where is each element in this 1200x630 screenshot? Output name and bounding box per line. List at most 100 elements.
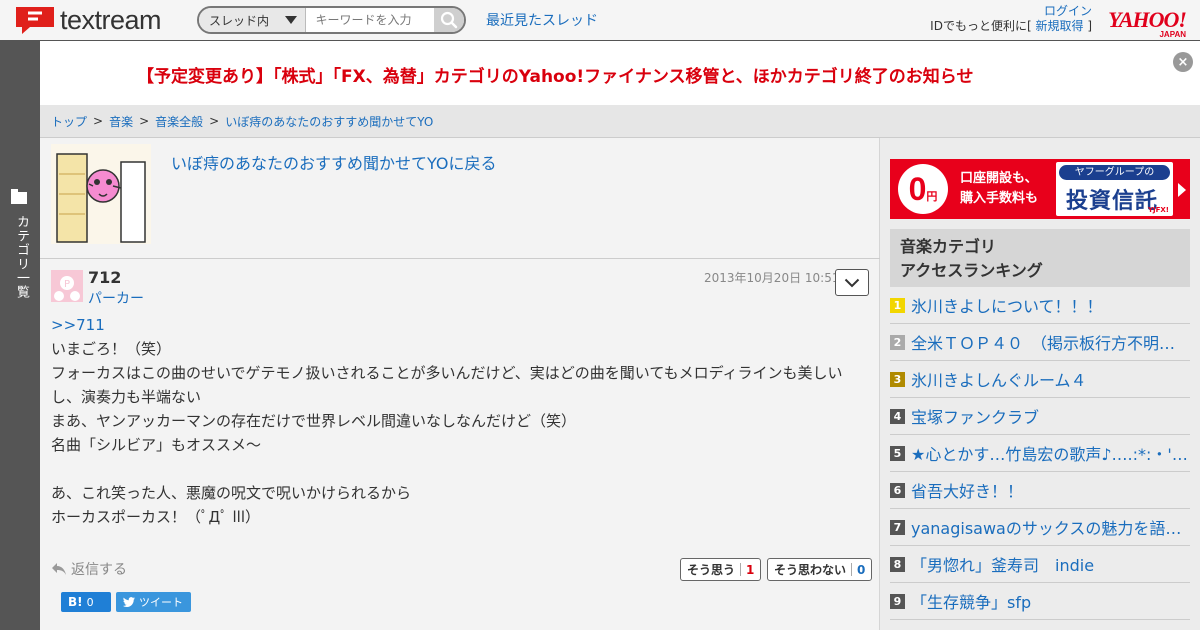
search-icon	[440, 11, 457, 29]
close-icon[interactable]: ×	[1173, 52, 1193, 72]
login-area: ログイン IDでもっと便利に[ 新規取得 ]	[930, 4, 1092, 34]
id-prompt-text: IDでもっと便利に[	[930, 19, 1032, 33]
chevron-down-icon	[844, 278, 860, 287]
ranking-title-link[interactable]: 氷川きよしについて！！！	[911, 293, 1103, 317]
notice-banner: 【予定変更あり】「株式」「FX、為替」カテゴリのYahoo!ファイナンス移管と、…	[40, 41, 1200, 105]
disagree-count: 0	[857, 562, 866, 577]
ranking-title-link[interactable]: 「男惚れ」釜寿司 indie	[911, 552, 1094, 576]
yahoo-logo-text: YAHOO!	[1108, 7, 1187, 32]
ranking-heading-line: アクセスランキング	[900, 261, 1043, 280]
recent-threads-link[interactable]: 最近見たスレッド	[486, 10, 598, 30]
login-link[interactable]: ログイン	[1044, 4, 1092, 18]
agree-button[interactable]: そう思う 1	[680, 558, 762, 581]
ranking-item[interactable]: 3 氷川きよしんぐルーム４	[890, 361, 1190, 398]
ad-zero: 0	[908, 170, 927, 207]
side-column: 0円 口座開設も、 購入手数料も ヤフーグループの 投資信託 YJFX! 音楽カ…	[880, 138, 1200, 630]
hatena-count: 0	[86, 595, 94, 609]
search-input[interactable]	[305, 8, 434, 32]
agree-count: 1	[746, 562, 755, 577]
disagree-button[interactable]: そう思わない 0	[767, 558, 873, 581]
main-column: いぼ痔のあなたのおすすめ聞かせてYOに戻る P 712 パーカー 2013年10…	[40, 138, 880, 630]
logo-text: textream	[60, 4, 162, 35]
avatar: P	[51, 270, 83, 302]
ad-product-box: ヤフーグループの 投資信託 YJFX!	[1056, 162, 1173, 216]
rank-badge: 2	[890, 334, 905, 350]
post-body: >>711 いまごろ！（笑） フォーカスはこの曲のせいでゲテモノ扱いされることが…	[51, 313, 871, 529]
ranking-item[interactable]: 1 氷川きよしについて！！！	[890, 287, 1190, 324]
divider	[740, 563, 742, 576]
post-line: フォーカスはこの曲のせいでゲテモノ扱いされることが多いんだけど、実はどの曲を聞い…	[51, 364, 843, 406]
ranking-item[interactable]: 7 yanagisawaのサックスの魅力を語ろ…	[890, 509, 1190, 546]
ranking-list: 1 氷川きよしについて！！！ 2 全米ＴＯＰ４０ （掲示板行方不明… 3 氷川き…	[890, 287, 1190, 620]
ranking-item[interactable]: 6 省吾大好き！！	[890, 472, 1190, 509]
folder-icon	[11, 189, 27, 204]
ranking-item[interactable]: 2 全米ＴＯＰ４０ （掲示板行方不明…	[890, 324, 1190, 361]
rank-badge: 3	[890, 371, 905, 387]
register-link[interactable]: 新規取得	[1035, 19, 1083, 33]
poster-name[interactable]: パーカー	[88, 288, 144, 308]
investment-trust-ad[interactable]: 0円 口座開設も、 購入手数料も ヤフーグループの 投資信託 YJFX!	[890, 159, 1190, 219]
breadcrumb-separator: >	[209, 114, 220, 128]
ranking-item[interactable]: 5 ★心とかす…竹島宏の歌声♪….:*:・'°☆	[890, 435, 1190, 472]
breadcrumb-music-general[interactable]: 音楽全般	[155, 113, 203, 130]
speech-bubble-logo-icon	[14, 5, 56, 35]
rank-badge: 6	[890, 482, 905, 498]
ad-box-sub: YJFX!	[1147, 206, 1169, 214]
post-line: いまごろ！（笑）	[51, 340, 172, 358]
post-line: まあ、ヤンアッカーマンの存在だけで世界レベル間違いなしなんだけど（笑）	[51, 412, 577, 430]
search-scope-label: スレッド内	[209, 13, 270, 28]
tweet-button[interactable]: ツイート	[116, 592, 191, 612]
reply-anchor-link[interactable]: >>711	[51, 313, 871, 337]
ranking-title-link[interactable]: 省吾大好き！！	[911, 478, 1023, 502]
breadcrumb-music[interactable]: 音楽	[109, 113, 133, 130]
ranking-item[interactable]: 8 「男惚れ」釜寿司 indie	[890, 546, 1190, 583]
ranking-title-link[interactable]: 全米ＴＯＰ４０ （掲示板行方不明…	[911, 330, 1175, 354]
tweet-label: ツイート	[139, 596, 183, 609]
post-number: 712	[88, 268, 122, 287]
ad-yen: 円	[926, 191, 938, 203]
ranking-title-link[interactable]: 氷川きよしんぐルーム４	[911, 367, 1087, 391]
breadcrumb-top[interactable]: トップ	[51, 113, 87, 130]
rank-badge: 7	[890, 519, 905, 535]
textream-logo[interactable]: textream	[14, 4, 162, 36]
category-list-label: カテゴリ一覧	[14, 215, 29, 299]
yahoo-japan-logo[interactable]: YAHOO! JAPAN	[1108, 7, 1187, 39]
post-line	[51, 457, 871, 481]
ad-line: 購入手数料も	[960, 191, 1039, 206]
rank-badge: 9	[890, 593, 905, 609]
ranking-title-link[interactable]: yanagisawaのサックスの魅力を語ろ…	[911, 515, 1190, 539]
post-menu-button[interactable]	[835, 269, 869, 296]
divider	[40, 258, 880, 259]
category-rail[interactable]: カテゴリ一覧	[0, 41, 40, 630]
yahoo-logo-sub: JAPAN	[1159, 30, 1186, 39]
id-prompt-close: ]	[1087, 19, 1092, 33]
rank-badge: 1	[890, 297, 905, 313]
search-scope-select[interactable]: スレッド内	[199, 8, 306, 32]
ranking-title-link[interactable]: 宝塚ファンクラブ	[911, 404, 1039, 428]
ranking-item[interactable]: 4 宝塚ファンクラブ	[890, 398, 1190, 435]
divider	[851, 563, 853, 576]
reply-button[interactable]: 返信する	[51, 559, 127, 579]
back-to-thread-link[interactable]: いぼ痔のあなたのおすすめ聞かせてYOに戻る	[171, 150, 497, 174]
site-header: textream スレッド内 最近見たスレッド ログイン IDでもっと便利に[ …	[0, 0, 1200, 41]
post-line: あ、これ笑った人、悪魔の呪文で呪いかけられるから	[51, 484, 412, 502]
notice-link[interactable]: 【予定変更あり】「株式」「FX、為替」カテゴリのYahoo!ファイナンス移管と、…	[137, 62, 973, 87]
arrow-right-icon	[1178, 183, 1186, 197]
breadcrumb-separator: >	[139, 114, 150, 128]
ranking-heading: 音楽カテゴリ アクセスランキング	[890, 229, 1190, 287]
ranking-title-link[interactable]: ★心とかす…竹島宏の歌声♪….:*:・'°☆	[911, 441, 1190, 465]
breadcrumb-thread[interactable]: いぼ痔のあなたのおすすめ聞かせてYO	[225, 113, 433, 130]
breadcrumb: トップ > 音楽 > 音楽全般 > いぼ痔のあなたのおすすめ聞かせてYO	[40, 105, 1200, 138]
hatena-bookmark-button[interactable]: B! 0	[61, 592, 111, 612]
search-bar: スレッド内	[197, 6, 466, 34]
hatena-icon: B!	[68, 595, 83, 609]
ranking-title-link[interactable]: 「生存競争」sfp	[911, 589, 1031, 613]
thread-thumbnail[interactable]	[51, 144, 151, 244]
post-line: ホーカスポーカス！（ﾟДﾟ lll）	[51, 508, 260, 526]
reply-icon	[52, 563, 66, 575]
caret-down-icon	[284, 16, 297, 24]
ranking-item[interactable]: 9 「生存競争」sfp	[890, 583, 1190, 620]
ad-zero-yen: 0円	[898, 164, 948, 214]
ad-box-main: 投資信託	[1066, 189, 1159, 214]
search-button[interactable]	[433, 8, 464, 32]
